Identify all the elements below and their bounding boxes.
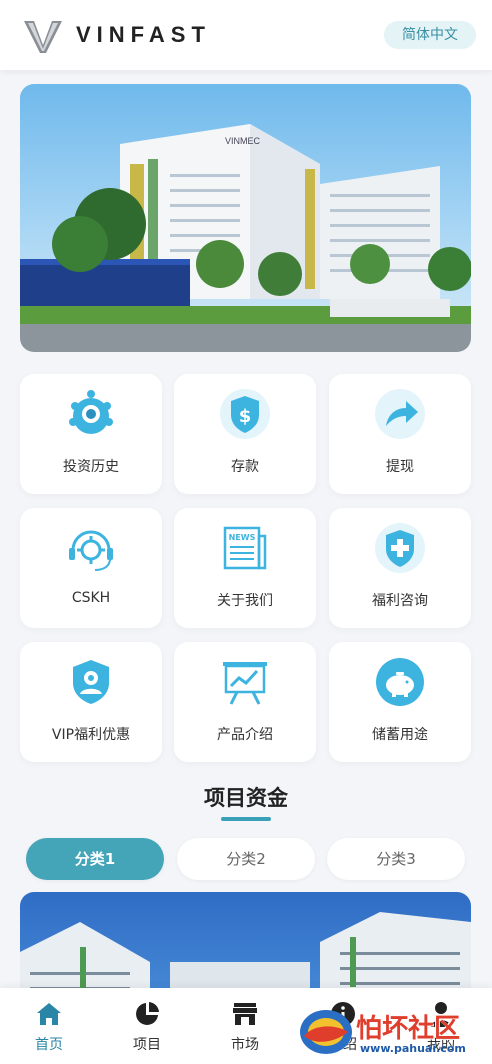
menu-item-product-intro[interactable]: 产品介绍 bbox=[174, 642, 316, 762]
tab-category-1[interactable]: 分类1 bbox=[26, 838, 164, 880]
app-header: VINFAST 简体中文 bbox=[0, 0, 492, 70]
deposit-shield-dollar-icon: $ bbox=[220, 389, 270, 439]
tab-category-2[interactable]: 分类2 bbox=[177, 838, 315, 880]
nav-home[interactable]: 首页 bbox=[14, 1000, 84, 1054]
menu-item-vip-welfare[interactable]: VIP福利优惠 bbox=[20, 642, 162, 762]
svg-text:NEWS: NEWS bbox=[229, 533, 256, 542]
nav-projects[interactable]: 项目 bbox=[112, 1000, 182, 1054]
menu-label: 关于我们 bbox=[217, 593, 273, 609]
welfare-plus-icon bbox=[375, 523, 425, 573]
news-icon: NEWS bbox=[223, 526, 267, 570]
menu-item-deposit[interactable]: $ 存款 bbox=[174, 374, 316, 494]
menu-label: 提现 bbox=[386, 459, 414, 475]
store-icon bbox=[233, 1003, 257, 1025]
tab-category-3[interactable]: 分类3 bbox=[327, 838, 465, 880]
category-tabs: 分类1 分类2 分类3 bbox=[26, 838, 466, 880]
menu-label: 存款 bbox=[231, 459, 259, 475]
home-icon bbox=[37, 1003, 61, 1025]
nav-label: 市场 bbox=[231, 1037, 259, 1053]
section-title-underline bbox=[221, 817, 271, 821]
investment-history-icon bbox=[69, 390, 113, 434]
hospital-building-photo: VINMEC bbox=[20, 124, 471, 352]
menu-item-welfare-consult[interactable]: 福利咨询 bbox=[329, 508, 471, 628]
menu-label: 储蓄用途 bbox=[372, 727, 428, 743]
menu-label: 福利咨询 bbox=[372, 593, 428, 609]
watermark-title: 怕坏社区 bbox=[356, 1014, 461, 1044]
vip-shield-user-icon bbox=[73, 660, 109, 704]
menu-item-savings-use[interactable]: 储蓄用途 bbox=[329, 642, 471, 762]
menu-label: VIP福利优惠 bbox=[51, 727, 131, 743]
nav-label: 首页 bbox=[35, 1037, 63, 1053]
menu-label: CSKH bbox=[71, 590, 111, 606]
hero-banner: VINMEC bbox=[20, 84, 471, 352]
svg-text:$: $ bbox=[239, 406, 252, 427]
nav-market[interactable]: 市场 bbox=[210, 1000, 280, 1054]
nav-label: 项目 bbox=[133, 1037, 161, 1053]
site-watermark: 怕坏社区 www.pahuai.com bbox=[296, 998, 492, 1064]
watermark-logo-icon bbox=[300, 1010, 352, 1054]
menu-item-withdraw[interactable]: 提现 bbox=[329, 374, 471, 494]
menu-label: 产品介绍 bbox=[217, 727, 273, 743]
menu-label: 投资历史 bbox=[63, 459, 119, 475]
menu-item-cskh[interactable]: CSKH bbox=[20, 508, 162, 628]
language-button[interactable]: 简体中文 bbox=[384, 21, 476, 49]
menu-item-about-us[interactable]: NEWS 关于我们 bbox=[174, 508, 316, 628]
vinfast-logo-icon bbox=[24, 21, 62, 53]
brand-name: VINFAST bbox=[76, 22, 211, 47]
section-title: 项目资金 bbox=[204, 786, 288, 810]
pie-chart-icon bbox=[136, 1002, 159, 1025]
watermark-url: www.pahuai.com bbox=[360, 1042, 466, 1055]
menu-item-investment-history[interactable]: 投资历史 bbox=[20, 374, 162, 494]
presentation-chart-icon bbox=[223, 662, 267, 705]
withdraw-arrow-icon bbox=[375, 389, 425, 439]
customer-service-headset-icon bbox=[69, 530, 113, 571]
hero-sign-text: VINMEC bbox=[225, 136, 261, 146]
piggy-bank-icon bbox=[376, 658, 424, 706]
